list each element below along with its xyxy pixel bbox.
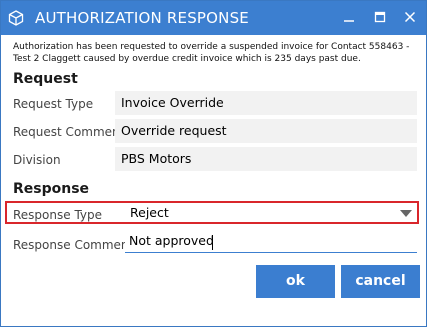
- request-comment-value: Override request: [115, 119, 417, 143]
- division-value: PBS Motors: [115, 147, 417, 171]
- cube-icon: [7, 9, 25, 27]
- request-type-label: Request Type: [13, 97, 94, 111]
- response-heading: Response: [13, 181, 90, 197]
- text-cursor: [212, 235, 213, 250]
- response-type-select[interactable]: Reject: [125, 204, 416, 223]
- window-title: AUTHORIZATION RESPONSE: [35, 9, 249, 27]
- title-bar[interactable]: AUTHORIZATION RESPONSE: [1, 1, 426, 35]
- response-comment-value: Not approved: [129, 233, 214, 248]
- ok-button[interactable]: ok: [256, 265, 335, 298]
- request-heading: Request: [13, 71, 78, 87]
- response-type-value: Reject: [130, 205, 169, 220]
- division-label: Division: [13, 153, 61, 167]
- close-icon[interactable]: [401, 8, 419, 26]
- cancel-button[interactable]: cancel: [341, 265, 420, 298]
- chevron-down-icon[interactable]: [400, 210, 412, 217]
- authorization-message: Authorization has been requested to over…: [13, 42, 410, 64]
- minimize-icon[interactable]: [340, 8, 358, 26]
- request-type-value: Invoice Override: [115, 91, 417, 115]
- response-comment-label: Response Comment: [13, 238, 134, 252]
- authorization-response-dialog: AUTHORIZATION RESPONSE Authorization has…: [0, 0, 427, 327]
- response-comment-input[interactable]: Not approved: [125, 232, 417, 253]
- response-type-label: Response Type: [13, 208, 103, 222]
- request-comment-label: Request Comment: [13, 125, 125, 139]
- maximize-icon[interactable]: [371, 8, 389, 26]
